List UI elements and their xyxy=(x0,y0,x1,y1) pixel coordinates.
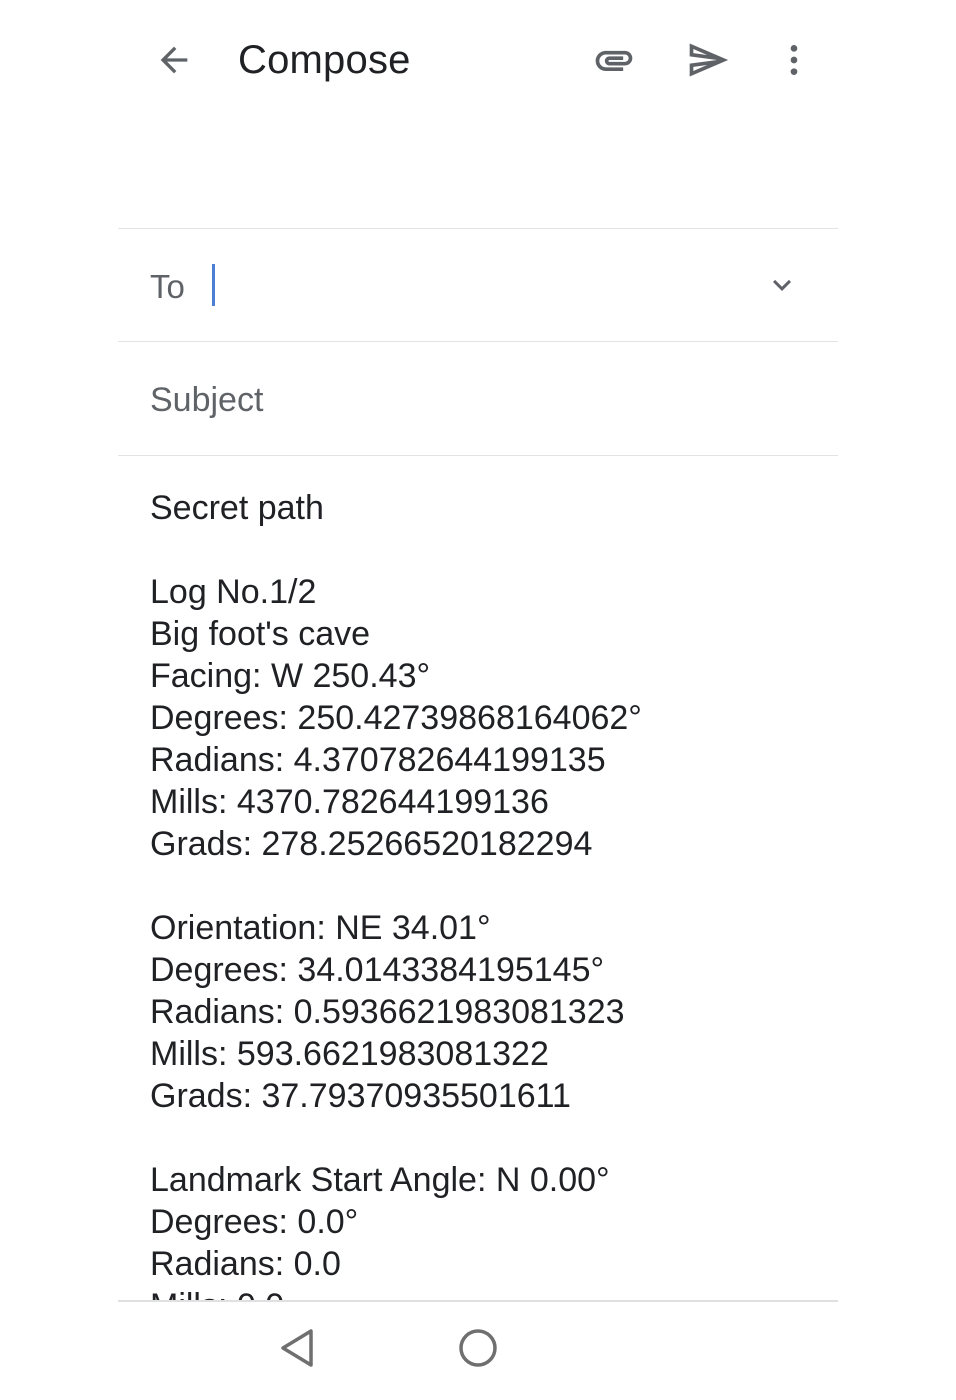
send-button[interactable] xyxy=(676,28,740,92)
subject-input[interactable]: Subject xyxy=(150,378,810,422)
nav-divider xyxy=(118,1300,838,1302)
nav-back-button[interactable] xyxy=(264,1313,334,1383)
top-app-bar: Compose xyxy=(0,0,956,122)
triangle-back-icon xyxy=(281,1329,313,1367)
system-nav-bar xyxy=(0,1300,956,1400)
attach-button[interactable] xyxy=(582,28,646,92)
paperclip-icon xyxy=(595,50,633,71)
arrow-left-icon xyxy=(160,46,188,74)
chevron-down-icon xyxy=(773,279,791,291)
send-icon xyxy=(689,43,729,77)
more-vert-icon xyxy=(790,45,798,75)
nav-home-button[interactable] xyxy=(443,1313,513,1383)
circle-home-icon xyxy=(459,1329,497,1367)
expand-recipients-button[interactable] xyxy=(750,253,814,317)
subject-row: Subject xyxy=(118,342,838,455)
to-label: To xyxy=(150,268,185,305)
more-options-button[interactable] xyxy=(762,28,826,92)
compose-screen: Compose To Subject Secret path Log No.1/… xyxy=(0,0,956,1400)
to-row: To xyxy=(118,229,838,341)
page-title: Compose xyxy=(238,38,411,82)
body-text: Secret path Log No.1/2 Big foot's cave F… xyxy=(150,489,642,1300)
to-input[interactable] xyxy=(212,263,732,307)
text-caret xyxy=(212,264,215,306)
compose-body[interactable]: Secret path Log No.1/2 Big foot's cave F… xyxy=(118,456,838,1300)
back-button[interactable] xyxy=(142,28,206,92)
